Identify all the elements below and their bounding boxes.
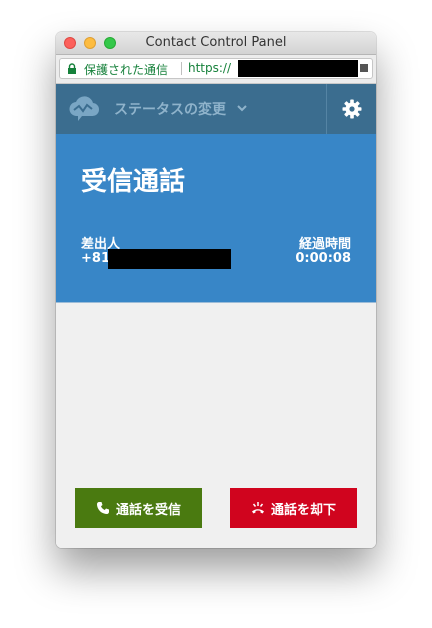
lock-icon [68,63,76,74]
redacted-number [108,249,231,269]
address-bar: 保護された通信 https:// [56,55,376,84]
hangup-icon [251,502,264,514]
status-change-menu[interactable]: ステータスの変更 [114,99,226,119]
app-header: ステータスの変更 [56,84,376,134]
decline-call-label: 通話を却下 [270,502,336,518]
accept-call-label: 通話を受信 [115,502,181,518]
call-body: 通話を受信 通話を却下 [56,303,376,548]
secure-connection-label: 保護された通信 [84,63,169,77]
url-text: https:// [188,61,232,75]
incoming-call-banner: 受信通話 差出人 +81 経過時間 0:00:08 [56,134,376,303]
redacted-url [238,60,358,77]
title-bar: Contact Control Panel [56,32,376,55]
call-title: 受信通話 [81,167,186,197]
url-field[interactable]: 保護された通信 https:// [59,58,373,79]
window-title: Contact Control Panel [145,35,287,50]
cloud-wave-icon [69,96,100,121]
browser-window: Contact Control Panel 保護された通信 https:// ス… [56,32,376,548]
accept-call-button[interactable]: 通話を受信 [75,488,202,528]
header-divider [326,84,327,134]
elapsed-time-label: 経過時間 [298,237,351,252]
decline-call-button[interactable]: 通話を却下 [230,488,357,528]
gear-icon[interactable] [342,99,362,119]
camera-icon [360,64,368,72]
phone-icon [96,502,109,514]
caller-number: +81 [81,251,110,266]
elapsed-time-value: 0:00:08 [295,251,351,266]
url-separator [181,62,182,75]
chevron-down-icon[interactable] [236,102,248,114]
